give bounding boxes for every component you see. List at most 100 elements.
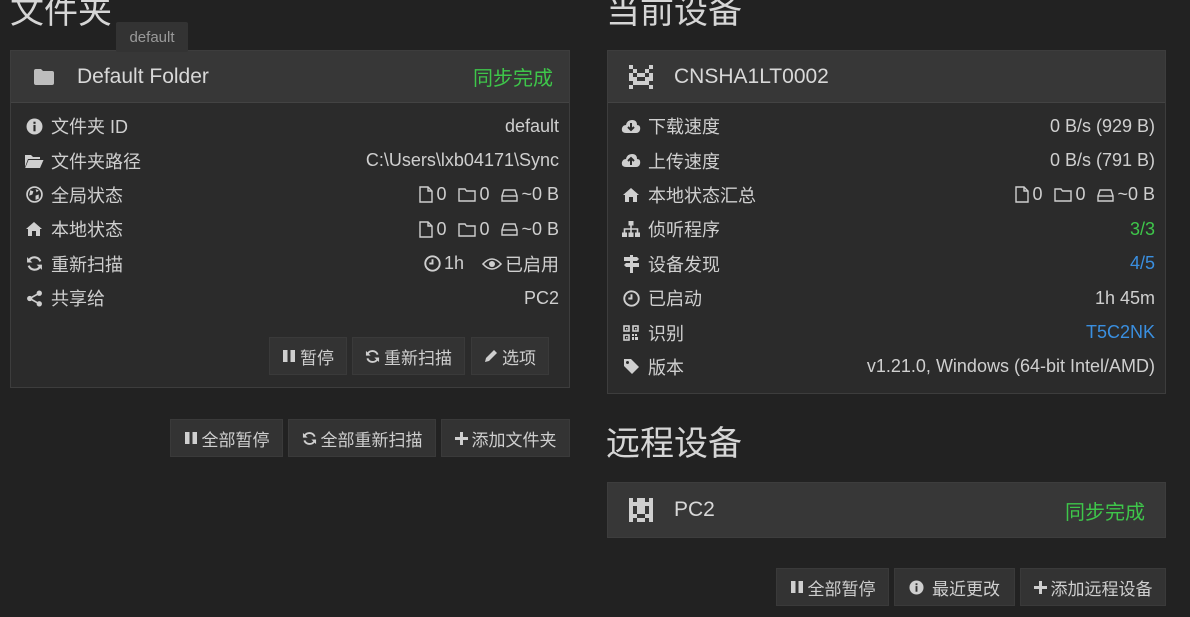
size-value: ~0 B xyxy=(521,184,559,205)
global-state-row: 全局状态 0 0 ~0 B xyxy=(11,178,569,212)
this-device-heading: 当前设备 xyxy=(606,0,742,31)
shared-with-value: PC2 xyxy=(523,287,559,308)
refresh-icon xyxy=(365,349,380,364)
rescan-all-button[interactable]: 全部重新扫描 xyxy=(288,419,436,457)
identification-row: 识别 T5C2NK xyxy=(608,315,1165,349)
device-id-link[interactable]: T5C2NK xyxy=(1086,322,1155,343)
recent-changes-button[interactable]: 最近更改 xyxy=(894,568,1015,606)
local-summary-value: 0 0 ~0 B xyxy=(1007,184,1155,205)
remote-device-panel: PC2 同步完成 xyxy=(607,482,1166,538)
row-label: 本地状态汇总 xyxy=(648,185,756,206)
folder-icon xyxy=(31,68,57,86)
rescan-value: 1h 已启用 xyxy=(416,251,559,277)
version-value: v1.21.0, Windows (64-bit Intel/AMD) xyxy=(866,356,1155,377)
row-label: 全局状态 xyxy=(51,185,123,206)
download-rate-value: 0 B/s (929 B) xyxy=(1049,115,1155,136)
folder-header[interactable]: Default Folder 同步完成 xyxy=(11,51,569,103)
add-remote-device-button[interactable]: 添加远程设备 xyxy=(1020,568,1166,606)
rescan-button[interactable]: 重新扫描 xyxy=(352,337,465,375)
row-label: 已启动 xyxy=(648,289,702,310)
folder-outline-icon xyxy=(458,222,477,237)
pause-all-folders-button[interactable]: 全部暂停 xyxy=(170,419,283,457)
share-icon xyxy=(23,289,45,307)
refresh-icon xyxy=(23,255,45,273)
watch-status: 已启用 xyxy=(505,254,559,275)
pause-button[interactable]: 暂停 xyxy=(269,337,347,375)
folder-outline-icon xyxy=(1054,187,1073,203)
clock-icon xyxy=(424,255,441,272)
folder-path-row: 文件夹路径 C:\Users\lxb04171\Sync xyxy=(11,143,569,177)
plus-icon xyxy=(454,431,468,445)
hdd-icon xyxy=(501,188,519,202)
row-label: 识别 xyxy=(648,323,684,344)
file-count: 0 xyxy=(436,218,447,239)
remote-devices-heading: 远程设备 xyxy=(606,425,742,463)
folder-status: 同步完成 xyxy=(473,68,553,90)
file-count: 0 xyxy=(1032,184,1043,205)
listeners-row[interactable]: 侦听程序 3/3 xyxy=(608,212,1165,246)
add-device-label: 添加远程设备 xyxy=(1050,579,1153,599)
row-label: 重新扫描 xyxy=(51,254,123,275)
pause-label: 暂停 xyxy=(300,348,334,368)
this-device-name: CNSHA1LT0002 xyxy=(674,64,829,88)
home-icon xyxy=(620,186,642,204)
folder-path-value: C:\Users\lxb04171\Sync xyxy=(365,150,559,171)
rescan-all-label: 全部重新扫描 xyxy=(320,430,423,450)
plus-icon xyxy=(1033,580,1047,594)
pencil-icon xyxy=(484,349,498,363)
discovery-row[interactable]: 设备发现 4/5 xyxy=(608,247,1165,281)
cloud-download-icon xyxy=(620,117,642,135)
options-button[interactable]: 选项 xyxy=(471,337,549,375)
size-value: ~0 B xyxy=(521,218,559,239)
row-label: 侦听程序 xyxy=(648,220,720,241)
remote-device-header[interactable]: PC2 同步完成 xyxy=(608,483,1165,537)
row-label: 本地状态 xyxy=(51,220,123,241)
hdd-icon xyxy=(1097,188,1115,202)
this-device-panel: CNSHA1LT0002 下载速度 0 B/s (929 B) 上传速度 0 B… xyxy=(607,50,1166,394)
row-label: 下载速度 xyxy=(648,117,720,138)
local-summary-row: 本地状态汇总 0 0 ~0 B xyxy=(608,178,1165,212)
row-label: 文件夹 ID xyxy=(51,117,129,138)
add-folder-button[interactable]: 添加文件夹 xyxy=(441,419,570,457)
pause-icon xyxy=(282,349,296,363)
file-icon xyxy=(1015,186,1030,204)
folders-heading: 文件夹 xyxy=(10,0,112,31)
discovery-value: 4/5 xyxy=(1129,253,1155,274)
listeners-value: 3/3 xyxy=(1129,218,1155,239)
dir-count: 0 xyxy=(479,218,490,239)
upload-rate-value: 0 B/s (791 B) xyxy=(1049,150,1155,171)
file-icon xyxy=(419,186,434,204)
download-rate-row: 下载速度 0 B/s (929 B) xyxy=(608,109,1165,143)
folder-panel: Default Folder 同步完成 文件夹 ID default 文件夹路径… xyxy=(10,50,570,388)
row-label: 版本 xyxy=(648,357,684,378)
row-label: 共享给 xyxy=(51,289,105,310)
info-icon xyxy=(909,579,924,595)
shared-with-row: 共享给 PC2 xyxy=(11,281,569,315)
local-state-row: 本地状态 0 0 ~0 B xyxy=(11,212,569,246)
folder-name: Default Folder xyxy=(77,64,209,88)
rescan-label: 重新扫描 xyxy=(384,348,452,368)
global-state-value: 0 0 ~0 B xyxy=(411,184,559,205)
pause-all-label: 全部暂停 xyxy=(201,430,270,450)
uptime-row: 已启动 1h 45m xyxy=(608,281,1165,315)
file-count: 0 xyxy=(436,184,447,205)
folder-tooltip: default xyxy=(116,22,188,52)
uptime-value: 1h 45m xyxy=(1094,287,1155,308)
rescan-row: 重新扫描 1h 已启用 xyxy=(11,247,569,281)
sitemap-icon xyxy=(620,220,642,238)
recent-changes-label: 最近更改 xyxy=(932,579,1000,599)
pause-all-devices-button[interactable]: 全部暂停 xyxy=(776,568,889,606)
qrcode-icon xyxy=(620,324,642,342)
remote-device-status: 同步完成 xyxy=(1065,501,1145,524)
options-label: 选项 xyxy=(502,348,536,368)
clock-icon xyxy=(620,289,642,307)
device-identicon-icon xyxy=(628,498,654,522)
local-state-value: 0 0 ~0 B xyxy=(411,219,559,240)
device-identicon-icon xyxy=(628,64,654,89)
cloud-upload-icon xyxy=(620,152,642,170)
this-device-header[interactable]: CNSHA1LT0002 xyxy=(608,51,1165,103)
add-folder-label: 添加文件夹 xyxy=(471,430,557,450)
remote-device-name: PC2 xyxy=(674,498,715,521)
pause-all-label: 全部暂停 xyxy=(807,579,876,599)
hdd-icon xyxy=(501,222,519,237)
